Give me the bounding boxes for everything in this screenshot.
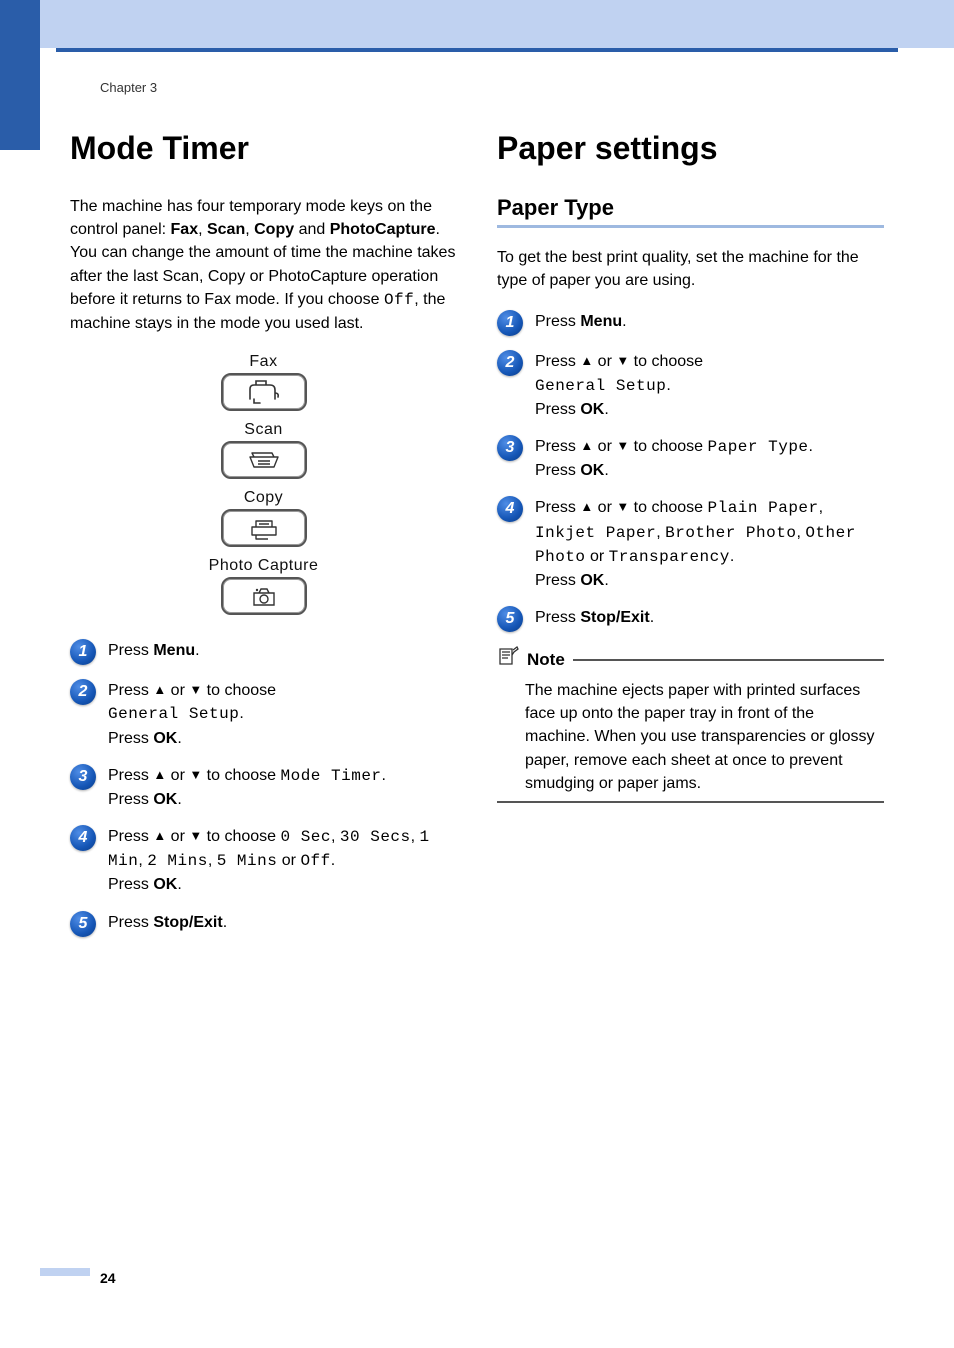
step-text: Press ▲ or ▼ to choose General Setup. Pr… — [108, 679, 276, 750]
step-text: Press Menu. — [535, 310, 627, 333]
panel-label-copy: Copy — [169, 489, 359, 507]
down-triangle-icon: ▼ — [616, 353, 629, 368]
note-body: The machine ejects paper with printed su… — [497, 679, 884, 801]
step-text: Press ▲ or ▼ to choose Mode Timer. Press… — [108, 764, 386, 811]
up-triangle-icon: ▲ — [580, 438, 593, 453]
header-band — [0, 0, 954, 48]
photocapture-button-icon — [221, 577, 307, 615]
paper-type-intro: To get the best print quality, set the m… — [497, 246, 884, 292]
step: 5 Press Stop/Exit. — [70, 911, 457, 937]
step: 4 Press ▲ or ▼ to choose Plain Paper, In… — [497, 496, 884, 592]
heading-paper-settings: Paper settings — [497, 130, 884, 167]
step-text: Press ▲ or ▼ to choose General Setup. Pr… — [535, 350, 703, 421]
scan-button-icon — [221, 441, 307, 479]
note-foot-rule — [497, 801, 884, 803]
down-triangle-icon: ▼ — [616, 499, 629, 514]
subheading-rule — [497, 225, 884, 228]
chapter-label: Chapter 3 — [100, 80, 157, 95]
step-text: Press ▲ or ▼ to choose 0 Sec, 30 Secs, 1… — [108, 825, 457, 897]
mode-timer-intro: The machine has four temporary mode keys… — [70, 195, 457, 335]
step: 2 Press ▲ or ▼ to choose General Setup. … — [497, 350, 884, 421]
step-badge-4: 4 — [497, 496, 523, 522]
step-badge-5: 5 — [70, 911, 96, 937]
step-badge-1: 1 — [70, 639, 96, 665]
step: 1 Press Menu. — [70, 639, 457, 665]
panel-label-scan: Scan — [169, 421, 359, 439]
step: 3 Press ▲ or ▼ to choose Paper Type. Pre… — [497, 435, 884, 482]
down-triangle-icon: ▼ — [616, 438, 629, 453]
step-text: Press Stop/Exit. — [535, 606, 654, 629]
note-box: Note The machine ejects paper with print… — [497, 646, 884, 803]
mode-timer-steps: 1 Press Menu. 2 Press ▲ or ▼ to choose G… — [70, 639, 457, 937]
paper-type-steps: 1 Press Menu. 2 Press ▲ or ▼ to choose G… — [497, 310, 884, 632]
step: 4 Press ▲ or ▼ to choose 0 Sec, 30 Secs,… — [70, 825, 457, 897]
up-triangle-icon: ▲ — [153, 682, 166, 697]
down-triangle-icon: ▼ — [189, 767, 202, 782]
right-column: Paper settings Paper Type To get the bes… — [497, 130, 884, 951]
up-triangle-icon: ▲ — [153, 767, 166, 782]
down-triangle-icon: ▼ — [189, 828, 202, 843]
step-badge-3: 3 — [497, 435, 523, 461]
note-title: Note — [527, 650, 565, 670]
up-triangle-icon: ▲ — [580, 499, 593, 514]
step-text: Press ▲ or ▼ to choose Paper Type. Press… — [535, 435, 813, 482]
up-triangle-icon: ▲ — [153, 828, 166, 843]
fax-button-icon — [221, 373, 307, 411]
step-badge-5: 5 — [497, 606, 523, 632]
step-text: Press Stop/Exit. — [108, 911, 227, 934]
step: 3 Press ▲ or ▼ to choose Mode Timer. Pre… — [70, 764, 457, 811]
side-tab — [0, 0, 40, 150]
left-column: Mode Timer The machine has four temporar… — [70, 130, 457, 951]
copy-button-icon — [221, 509, 307, 547]
subheading-paper-type: Paper Type — [497, 195, 884, 221]
page-number: 24 — [100, 1270, 116, 1286]
step-badge-2: 2 — [497, 350, 523, 376]
step-badge-2: 2 — [70, 679, 96, 705]
header-rule — [56, 48, 898, 52]
note-head-rule — [573, 659, 884, 661]
heading-mode-timer: Mode Timer — [70, 130, 457, 167]
panel-label-photo: Photo Capture — [169, 557, 359, 575]
step-badge-4: 4 — [70, 825, 96, 851]
control-panel-illustration: Fax Scan Copy Photo Capture — [169, 353, 359, 615]
note-icon — [497, 646, 519, 673]
down-triangle-icon: ▼ — [189, 682, 202, 697]
step-badge-3: 3 — [70, 764, 96, 790]
step: 1 Press Menu. — [497, 310, 884, 336]
page-number-bar — [40, 1268, 90, 1276]
step: 2 Press ▲ or ▼ to choose General Setup. … — [70, 679, 457, 750]
step-text: Press ▲ or ▼ to choose Plain Paper, Inkj… — [535, 496, 884, 592]
step: 5 Press Stop/Exit. — [497, 606, 884, 632]
up-triangle-icon: ▲ — [580, 353, 593, 368]
step-badge-1: 1 — [497, 310, 523, 336]
panel-label-fax: Fax — [169, 353, 359, 371]
step-text: Press Menu. — [108, 639, 200, 662]
